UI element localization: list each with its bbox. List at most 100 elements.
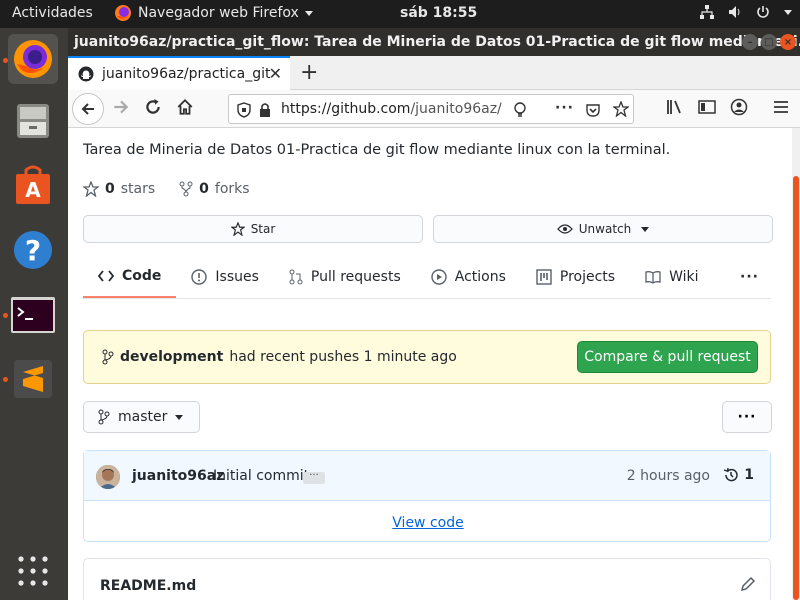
dock-terminal[interactable] xyxy=(8,290,58,340)
navigation-toolbar: https://github.com/juanito96az/ ··· xyxy=(68,90,800,128)
activities-button[interactable]: Actividades xyxy=(12,5,93,21)
repo-nav: Code Issues Pull requests Actions Projec… xyxy=(83,256,771,299)
lock-icon[interactable] xyxy=(259,102,271,118)
home-button[interactable] xyxy=(176,98,194,116)
dock-firefox[interactable] xyxy=(8,34,58,84)
page-actions-icon[interactable]: ··· xyxy=(555,100,574,116)
close-button[interactable]: × xyxy=(780,34,796,50)
recent-push-message: development had recent pushes 1 minute a… xyxy=(102,349,457,365)
commit-history-link[interactable]: 1 xyxy=(723,467,754,483)
stars-link[interactable]: 0 stars xyxy=(83,181,155,197)
tab-actions[interactable]: Actions xyxy=(416,256,521,298)
tab-issues[interactable]: Issues xyxy=(176,256,274,298)
branch-select-button[interactable]: master xyxy=(83,401,200,433)
unwatch-button[interactable]: Unwatch xyxy=(433,215,773,243)
reload-button[interactable] xyxy=(144,98,162,116)
commit-expand-button[interactable]: ··· xyxy=(303,471,325,484)
network-icon xyxy=(700,5,714,19)
hamburger-menu-icon[interactable] xyxy=(772,98,790,116)
branch-icon xyxy=(102,349,114,365)
star-button[interactable]: Star xyxy=(83,215,423,243)
scrollbar-thumb[interactable] xyxy=(793,176,799,600)
lightbulb-icon[interactable] xyxy=(513,102,527,118)
commit-time[interactable]: 2 hours ago xyxy=(627,468,710,484)
account-icon[interactable] xyxy=(730,98,748,116)
url-scheme: https:// xyxy=(281,101,332,117)
grid-icon xyxy=(18,556,48,586)
readme-title[interactable]: README.md xyxy=(100,578,196,594)
commit-count-value: 1 xyxy=(744,467,754,483)
pencil-icon[interactable] xyxy=(740,576,756,592)
dock-software[interactable]: A xyxy=(8,160,58,210)
star-button-label: Star xyxy=(250,222,276,236)
show-apps-button[interactable] xyxy=(8,546,58,596)
tab-pull-requests-label: Pull requests xyxy=(310,269,401,285)
system-tray[interactable] xyxy=(700,5,792,19)
bookmark-star-icon[interactable] xyxy=(613,101,629,117)
repo-nav-more-button[interactable]: ··· xyxy=(740,256,771,298)
stars-count: 0 xyxy=(105,181,115,197)
sidebar-icon[interactable] xyxy=(698,98,716,116)
stars-label: stars xyxy=(120,181,156,197)
url-host: github.com xyxy=(331,101,411,117)
compare-pull-request-button[interactable]: Compare & pull request xyxy=(577,341,758,373)
chevron-down-icon xyxy=(641,226,650,232)
dock-help[interactable]: ? xyxy=(8,225,58,275)
app-menu[interactable]: Navegador web Firefox xyxy=(114,4,313,22)
tab-actions-label: Actions xyxy=(454,269,506,285)
github-icon xyxy=(78,66,94,82)
window-titlebar[interactable]: juanito96az/practica_git_flow: Tarea de … xyxy=(68,28,800,56)
book-icon xyxy=(645,271,661,284)
issue-icon xyxy=(191,269,208,285)
tab-code-label: Code xyxy=(122,268,162,284)
back-button[interactable] xyxy=(72,93,104,125)
url-text[interactable]: https://github.com/juanito96az/ xyxy=(281,101,502,117)
file-cabinet-icon xyxy=(17,104,49,138)
volume-icon xyxy=(729,6,740,18)
url-path: /juanito96az/ xyxy=(410,101,502,117)
dock: A ? xyxy=(0,28,68,600)
history-icon xyxy=(724,467,738,482)
shield-icon[interactable] xyxy=(237,102,251,118)
dock-files[interactable] xyxy=(8,95,58,145)
library-icon[interactable] xyxy=(666,98,684,116)
firefox-icon xyxy=(14,40,52,78)
maximize-button[interactable]: □ xyxy=(761,34,777,50)
recent-push-text: had recent pushes 1 minute ago xyxy=(229,349,457,365)
tab-code[interactable]: Code xyxy=(83,256,177,298)
repo-description: Tarea de Mineria de Datos 01-Practica de… xyxy=(83,142,671,158)
recent-push-banner: development had recent pushes 1 minute a… xyxy=(83,330,771,384)
tab-title: juanito96az/practica_git xyxy=(102,66,271,82)
eye-icon xyxy=(556,224,573,234)
pull-request-icon xyxy=(289,269,303,285)
tab-pull-requests[interactable]: Pull requests xyxy=(274,256,416,298)
commit-message[interactable]: Initial commit xyxy=(213,468,309,484)
readme-box: README.md xyxy=(83,558,771,600)
new-tab-button[interactable]: + xyxy=(300,60,318,85)
tab-wiki-label: Wiki xyxy=(669,269,699,285)
clock[interactable]: sáb 18:55 xyxy=(400,5,477,21)
code-more-button[interactable]: ··· xyxy=(722,401,772,433)
latest-commit-box: juanito96az Initial commit ··· 2 hours a… xyxy=(83,450,771,542)
window-title: juanito96az/practica_git_flow: Tarea de … xyxy=(74,34,800,50)
forks-link[interactable]: 0 forks xyxy=(179,181,250,197)
branch-icon xyxy=(98,409,110,425)
forward-button[interactable] xyxy=(112,98,130,116)
branch-select-label: master xyxy=(118,409,168,425)
commit-author[interactable]: juanito96az xyxy=(132,468,224,484)
github-repo-page: Tarea de Mineria de Datos 01-Practica de… xyxy=(68,128,800,600)
tab-wiki[interactable]: Wiki xyxy=(630,256,713,298)
view-code-link[interactable]: View code xyxy=(84,515,772,531)
minimize-button[interactable]: – xyxy=(742,34,758,50)
avatar[interactable] xyxy=(96,465,120,489)
browser-tab[interactable]: juanito96az/practica_git ✕ xyxy=(68,56,290,90)
page-scrollbar[interactable] xyxy=(792,128,800,600)
pocket-icon[interactable] xyxy=(585,102,601,118)
tab-projects[interactable]: Projects xyxy=(521,256,630,298)
dock-sublime-text[interactable] xyxy=(8,354,58,404)
pushed-branch-name[interactable]: development xyxy=(120,349,223,365)
url-bar[interactable]: https://github.com/juanito96az/ ··· xyxy=(228,94,634,124)
play-icon xyxy=(431,269,447,285)
terminal-icon xyxy=(11,297,55,333)
close-tab-icon[interactable]: ✕ xyxy=(269,64,282,83)
